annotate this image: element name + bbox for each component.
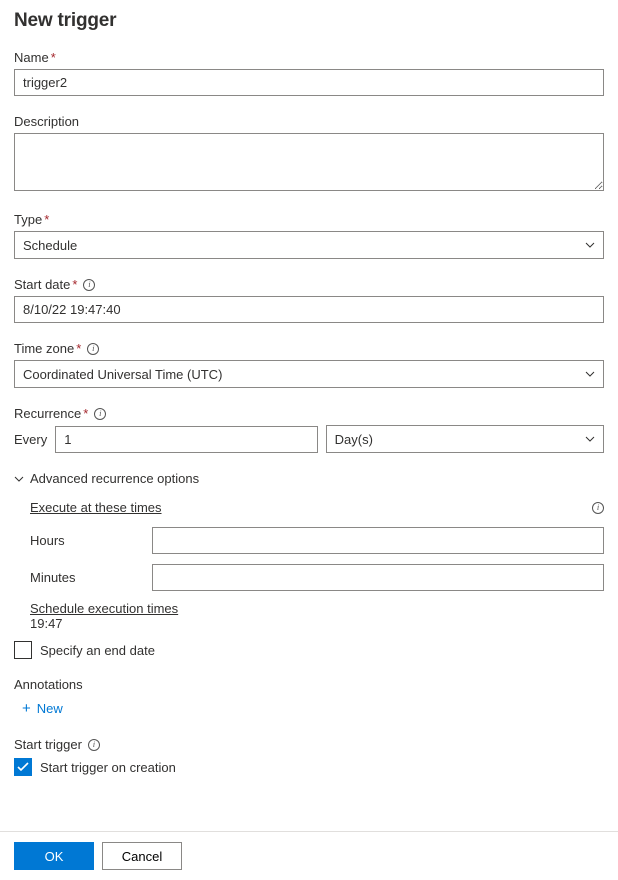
schedule-exec-value: 19:47 bbox=[30, 616, 604, 631]
ok-button[interactable]: OK bbox=[14, 842, 94, 870]
description-input[interactable] bbox=[14, 133, 604, 191]
type-select[interactable]: Schedule bbox=[14, 231, 604, 259]
name-input[interactable] bbox=[14, 69, 604, 96]
advanced-recurrence-toggle[interactable]: Advanced recurrence options bbox=[14, 471, 604, 486]
recurrence-unit-select[interactable]: Day(s) bbox=[326, 425, 604, 453]
time-zone-select[interactable]: Coordinated Universal Time (UTC) bbox=[14, 360, 604, 388]
minutes-input[interactable] bbox=[152, 564, 604, 591]
recurrence-label: Recurrence bbox=[14, 406, 81, 421]
execute-times-heading: Execute at these times bbox=[30, 500, 162, 515]
time-zone-label: Time zone bbox=[14, 341, 74, 356]
cancel-button[interactable]: Cancel bbox=[102, 842, 182, 870]
start-trigger-checkbox[interactable] bbox=[14, 758, 32, 776]
hours-label: Hours bbox=[30, 533, 152, 548]
chevron-down-icon bbox=[14, 476, 24, 482]
required-indicator: * bbox=[76, 341, 81, 356]
end-date-checkbox[interactable] bbox=[14, 641, 32, 659]
description-label: Description bbox=[14, 114, 79, 129]
chevron-down-icon bbox=[585, 371, 595, 377]
recurrence-every-input[interactable] bbox=[55, 426, 317, 453]
chevron-down-icon bbox=[585, 436, 595, 442]
new-annotation-label: New bbox=[37, 701, 63, 716]
info-icon[interactable]: i bbox=[88, 739, 100, 751]
info-icon[interactable]: i bbox=[592, 502, 604, 514]
plus-icon: + bbox=[22, 700, 31, 717]
required-indicator: * bbox=[72, 277, 77, 292]
name-label: Name bbox=[14, 50, 49, 65]
info-icon[interactable]: i bbox=[83, 279, 95, 291]
info-icon[interactable]: i bbox=[87, 343, 99, 355]
type-value: Schedule bbox=[23, 238, 579, 253]
start-date-input[interactable] bbox=[14, 296, 604, 323]
schedule-exec-heading: Schedule execution times bbox=[30, 601, 604, 616]
start-trigger-label: Start trigger on creation bbox=[40, 760, 176, 775]
time-zone-value: Coordinated Universal Time (UTC) bbox=[23, 367, 579, 382]
info-icon[interactable]: i bbox=[94, 408, 106, 420]
add-annotation-button[interactable]: + New bbox=[22, 700, 63, 717]
chevron-down-icon bbox=[585, 242, 595, 248]
end-date-label: Specify an end date bbox=[40, 643, 155, 658]
recurrence-unit-value: Day(s) bbox=[335, 432, 579, 447]
annotations-label: Annotations bbox=[14, 677, 604, 692]
minutes-label: Minutes bbox=[30, 570, 152, 585]
start-trigger-heading: Start trigger bbox=[14, 737, 82, 752]
type-label: Type bbox=[14, 212, 42, 227]
advanced-recurrence-label: Advanced recurrence options bbox=[30, 471, 199, 486]
start-date-label: Start date bbox=[14, 277, 70, 292]
required-indicator: * bbox=[51, 50, 56, 65]
required-indicator: * bbox=[83, 406, 88, 421]
hours-input[interactable] bbox=[152, 527, 604, 554]
required-indicator: * bbox=[44, 212, 49, 227]
every-label: Every bbox=[14, 432, 47, 447]
panel-title: New trigger bbox=[14, 10, 604, 32]
